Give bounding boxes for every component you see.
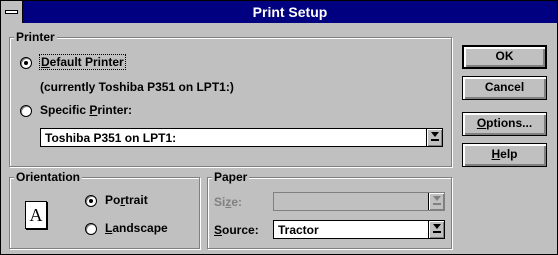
help-mnemonic: H — [491, 147, 501, 161]
arrow-shape — [431, 132, 439, 137]
default-printer-radio[interactable] — [20, 57, 32, 69]
size-text-a: Si — [214, 195, 226, 209]
specific-printer-label[interactable]: Specific Printer: — [40, 103, 132, 117]
paper-group-label: Paper — [212, 170, 250, 184]
arrow-shape — [433, 224, 441, 229]
specific-printer-text-a: Specific — [40, 103, 90, 117]
title-bar[interactable]: Print Setup — [1, 1, 557, 23]
portrait-page-icon: A — [25, 201, 47, 229]
cancel-button[interactable]: Cancel — [462, 76, 547, 100]
options-mnemonic: O — [476, 116, 487, 130]
options-text: ptions... — [486, 116, 533, 130]
paper-source-value: Tractor — [278, 223, 319, 237]
dropdown-arrow-icon[interactable] — [428, 193, 444, 210]
source-label: Source: — [214, 223, 259, 237]
portrait-label[interactable]: Portrait — [105, 193, 148, 207]
default-printer-mnemonic: D — [41, 55, 50, 69]
current-printer-text: (currently Toshiba P351 on LPT1:) — [40, 80, 234, 94]
paper-group: Paper Size: Source: Tractor — [207, 170, 452, 249]
size-text-b: e: — [231, 195, 243, 209]
source-mnemonic: S — [214, 223, 223, 237]
specific-printer-select[interactable]: Toshiba P351 on LPT1: — [40, 128, 443, 147]
specific-printer-radio[interactable] — [20, 105, 32, 117]
arrow-underline — [433, 203, 441, 205]
arrow-underline — [431, 139, 439, 141]
default-printer-text: efault Printer — [49, 55, 124, 69]
landscape-text: andscape — [112, 221, 168, 235]
dropdown-arrow-icon[interactable] — [426, 129, 442, 146]
size-label: Size: — [214, 195, 242, 209]
landscape-label[interactable]: Landscape — [105, 221, 168, 235]
portrait-radio[interactable] — [85, 195, 97, 207]
specific-printer-text-b: rinter: — [97, 103, 133, 117]
arrow-underline — [433, 231, 441, 233]
system-menu-icon[interactable] — [1, 1, 23, 23]
specific-printer-value: Toshiba P351 on LPT1: — [45, 131, 177, 145]
help-button[interactable]: Help — [462, 143, 547, 167]
landscape-radio[interactable] — [85, 223, 97, 235]
portrait-text-b: trait — [125, 193, 148, 207]
printer-group: Printer Default Printer (currently Toshi… — [9, 30, 452, 167]
source-text: ource: — [222, 223, 259, 237]
help-text: elp — [500, 147, 518, 161]
paper-source-select[interactable]: Tractor — [273, 220, 445, 239]
paper-size-select[interactable] — [273, 192, 445, 211]
window-title: Print Setup — [252, 4, 328, 20]
print-setup-dialog: Print Setup Printer Default Printer (cur… — [0, 0, 558, 255]
orientation-group-label: Orientation — [14, 170, 83, 184]
portrait-page-letter: A — [29, 205, 43, 225]
options-button[interactable]: Options... — [462, 112, 547, 136]
orientation-group: Orientation A Portrait Landscape — [9, 170, 200, 249]
dropdown-arrow-icon[interactable] — [428, 221, 444, 238]
system-menu-bar — [5, 10, 18, 14]
ok-button[interactable]: OK — [462, 45, 547, 69]
default-printer-label[interactable]: Default Printer — [39, 54, 126, 70]
arrow-shape — [433, 196, 441, 201]
portrait-text-a: Po — [105, 193, 121, 207]
printer-group-label: Printer — [14, 30, 57, 44]
